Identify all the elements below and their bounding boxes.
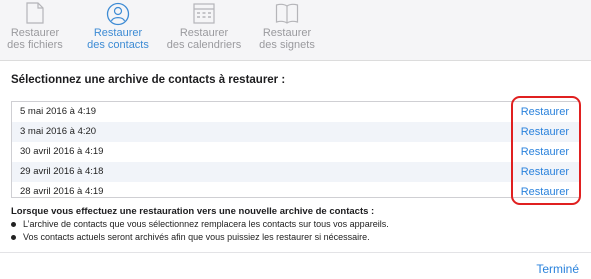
done-button[interactable]: Terminé <box>536 262 579 276</box>
book-icon <box>275 3 299 24</box>
tab-label: Restaurer des contacts <box>87 27 149 51</box>
archive-date: 5 mai 2016 à 4:19 <box>20 106 97 117</box>
info-bullet: Vos contacts actuels seront archivés afi… <box>11 232 370 242</box>
archive-list[interactable]: 5 mai 2016 à 4:19 Restaurer 3 mai 2016 à… <box>11 101 580 198</box>
tab-restore-bookmarks[interactable]: Restaurer des signets <box>254 0 320 60</box>
bullet-dot <box>11 235 16 241</box>
archive-date: 29 avril 2016 à 4:18 <box>20 166 104 177</box>
footer-divider <box>0 252 591 253</box>
calendar-icon <box>193 3 215 24</box>
tab-restore-contacts[interactable]: Restaurer des contacts <box>80 0 156 60</box>
bullet-text: L’archive de contacts que vous sélection… <box>23 219 389 229</box>
tab-restore-calendars[interactable]: Restaurer des calendriers <box>162 0 246 60</box>
archive-date: 28 avril 2016 à 4:19 <box>20 186 104 197</box>
archive-date: 30 avril 2016 à 4:19 <box>20 146 104 157</box>
contact-icon <box>106 2 130 26</box>
list-item: 5 mai 2016 à 4:19 Restaurer <box>12 102 579 122</box>
list-item: 29 avril 2016 à 4:18 Restaurer <box>12 162 579 182</box>
tab-label: Restaurer des calendriers <box>166 27 242 51</box>
document-icon <box>26 2 44 24</box>
info-bullet: L’archive de contacts que vous sélection… <box>11 219 389 229</box>
list-item: 28 avril 2016 à 4:19 Restaurer <box>12 182 579 197</box>
tab-label: Restaurer des fichiers <box>7 27 63 51</box>
archive-date: 3 mai 2016 à 4:20 <box>20 126 97 137</box>
toolbar: Restaurer des fichiers Restaurer des con… <box>0 0 591 61</box>
tab-restore-files[interactable]: Restaurer des fichiers <box>3 0 67 60</box>
page-title: Sélectionnez une archive de contacts à r… <box>11 74 286 86</box>
tab-label: Restaurer des signets <box>259 27 315 51</box>
list-item: 30 avril 2016 à 4:19 Restaurer <box>12 142 579 162</box>
highlight-annotation <box>511 96 581 205</box>
bullet-text: Vos contacts actuels seront archivés afi… <box>23 232 370 242</box>
list-item: 3 mai 2016 à 4:20 Restaurer <box>12 122 579 142</box>
bullet-dot <box>11 222 16 228</box>
info-title: Lorsque vous effectuez une restauration … <box>11 206 375 217</box>
